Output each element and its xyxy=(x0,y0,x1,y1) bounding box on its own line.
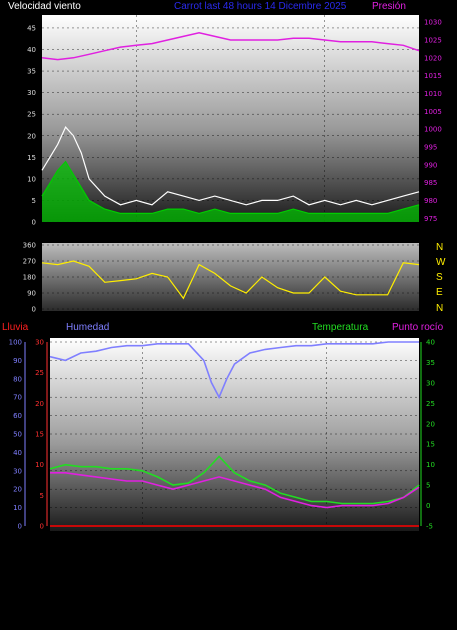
wind-tick-label: 25 xyxy=(27,111,36,119)
humidity-title: Humedad xyxy=(66,322,109,333)
temperature-tick-label: -5 xyxy=(426,523,433,531)
rain-tick-label: 25 xyxy=(35,369,44,377)
direction-tick-label: 270 xyxy=(23,258,36,266)
rain-tick-label: 20 xyxy=(35,400,44,408)
direction-tick-label: 0 xyxy=(32,306,36,314)
temperature-title: Temperatura xyxy=(312,322,369,333)
direction-letter-s: S xyxy=(436,272,443,283)
humidity-tick-label: 10 xyxy=(13,504,22,512)
wind-speed-title: Velocidad viento xyxy=(8,1,81,12)
pressure-tick-label: 1005 xyxy=(424,108,442,116)
wind-tick-label: 35 xyxy=(27,68,36,76)
temperature-tick-label: 0 xyxy=(426,502,430,510)
pressure-tick-label: 995 xyxy=(424,144,437,152)
humidity-tick-label: 100 xyxy=(9,339,22,347)
direction-tick-label: 180 xyxy=(23,274,36,282)
direction-letter-n: N xyxy=(436,242,443,253)
rain-tick-label: 0 xyxy=(40,523,44,531)
dewpoint-title: Punto rocío xyxy=(392,322,444,333)
pressure-tick-label: 1010 xyxy=(424,90,442,98)
pressure-tick-label: 980 xyxy=(424,197,437,205)
rain-tick-label: 5 xyxy=(40,492,44,500)
day-label-14-bottom: Day 14 xyxy=(309,537,336,545)
pressure-tick-label: 990 xyxy=(424,161,437,169)
direction-letters: N W S E N xyxy=(436,242,446,314)
wind-tick-label: 45 xyxy=(27,24,36,32)
humidity-tick-label: 20 xyxy=(13,486,22,494)
wind-tick-label: 15 xyxy=(27,154,36,162)
rain-tick-label: 30 xyxy=(35,339,44,347)
humidity-tick-label: 80 xyxy=(13,375,22,383)
direction-letter-e: E xyxy=(436,287,443,298)
pressure-tick-label: 985 xyxy=(424,179,437,187)
rain-title: Lluvia xyxy=(2,322,29,333)
pressure-tick-label: 1000 xyxy=(424,126,442,134)
humidity-tick-label: 40 xyxy=(13,449,22,457)
humidity-tick-label: 90 xyxy=(13,357,22,365)
weather-charts: 0510152025303540459759809859909951000100… xyxy=(2,1,446,545)
humidity-tick-label: 50 xyxy=(13,431,22,439)
pressure-tick-label: 1015 xyxy=(424,72,442,80)
direction-letter-n2: N xyxy=(436,303,443,314)
day-label-13-bottom: Day 13 xyxy=(128,537,155,545)
direction-letter-w: W xyxy=(436,257,446,268)
wind-tick-label: 10 xyxy=(27,175,36,183)
temperature-tick-label: 30 xyxy=(426,379,435,387)
pressure-tick-label: 975 xyxy=(424,215,437,223)
pressure-tick-label: 1030 xyxy=(424,19,442,27)
temperature-tick-label: 5 xyxy=(426,482,430,490)
temperature-tick-label: 25 xyxy=(426,400,435,408)
temperature-tick-label: 35 xyxy=(426,359,435,367)
day-label-14-top: Day 14 xyxy=(306,231,333,239)
humidity-tick-label: 60 xyxy=(13,412,22,420)
wind-plot-area xyxy=(42,15,419,222)
temperature-tick-label: 15 xyxy=(426,441,435,449)
direction-tick-label: 360 xyxy=(23,242,36,250)
pressure-title: Presión xyxy=(372,1,406,12)
humidity-tick-label: 0 xyxy=(18,523,22,531)
wind-tick-label: 40 xyxy=(27,46,36,54)
wind-tick-label: 30 xyxy=(27,89,36,97)
day-label-13-top: Day 13 xyxy=(122,231,149,239)
temperature-tick-label: 40 xyxy=(426,339,435,347)
humidity-tick-label: 70 xyxy=(13,394,22,402)
humidity-tick-label: 30 xyxy=(13,467,22,475)
rain-tick-label: 15 xyxy=(35,431,44,439)
temperature-tick-label: 20 xyxy=(426,420,435,428)
chart-subtitle: Carrot last 48 hours 14 Dicembre 2025 xyxy=(174,1,347,12)
direction-tick-label: 90 xyxy=(27,290,36,298)
rain-tick-label: 10 xyxy=(35,461,44,469)
wind-tick-label: 0 xyxy=(32,219,36,227)
pressure-tick-label: 1025 xyxy=(424,36,442,44)
wind-tick-label: 5 xyxy=(32,197,36,205)
temp-plot-area xyxy=(50,338,419,531)
wind-tick-label: 20 xyxy=(27,132,36,140)
pressure-tick-label: 1020 xyxy=(424,54,442,62)
temperature-tick-label: 10 xyxy=(426,461,435,469)
